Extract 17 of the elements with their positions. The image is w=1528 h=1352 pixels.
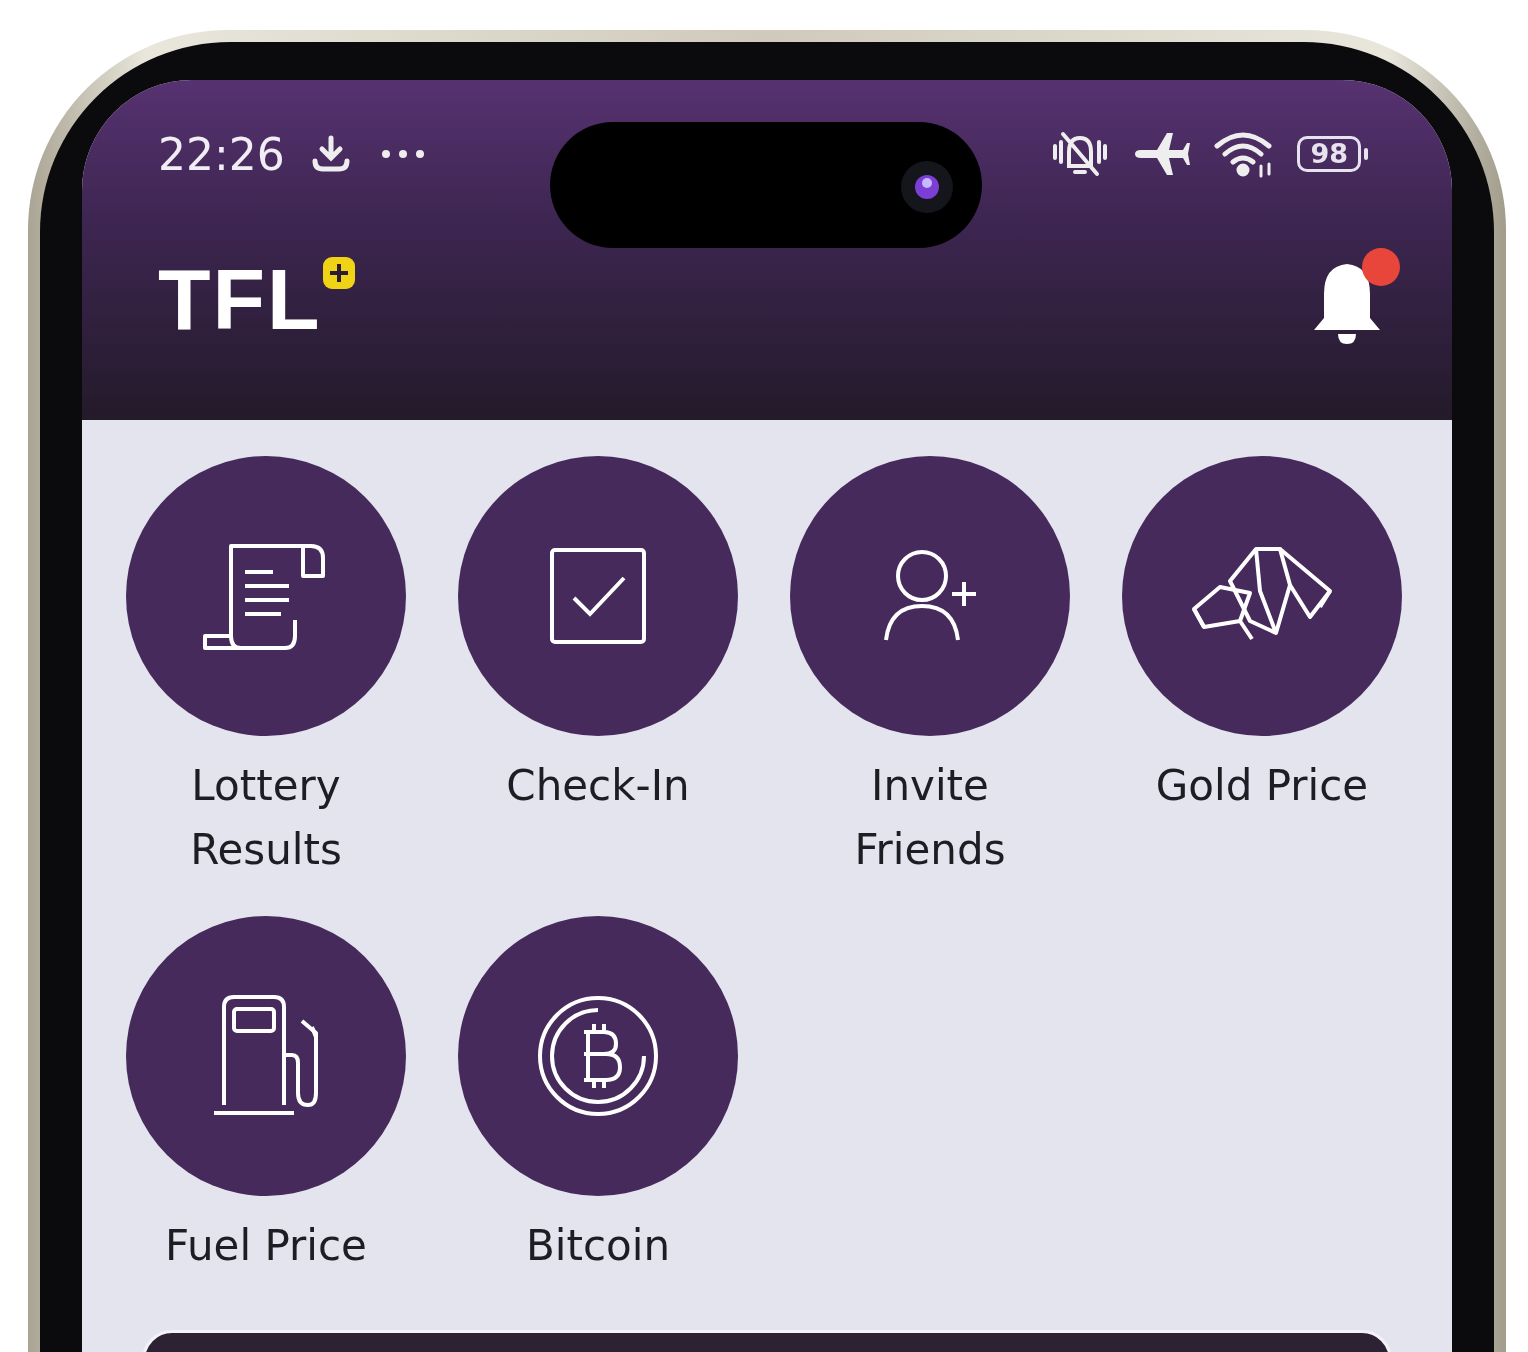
status-time: 22:26: [158, 128, 285, 180]
more-icon: [380, 149, 425, 159]
feature-label: Check-In: [506, 760, 690, 812]
download-icon: [310, 135, 351, 173]
airplane-icon: [1133, 131, 1192, 177]
camera-lens-icon: [900, 160, 954, 214]
app-logo: TFL: [158, 256, 322, 342]
battery-indicator: 98: [1297, 136, 1368, 172]
notification-dot: [1362, 248, 1400, 286]
feature-label: Gold Price: [1155, 760, 1369, 812]
feature-label: Bitcoin: [526, 1220, 670, 1272]
feature-label: Lottery Results: [189, 760, 343, 876]
feature-label: Fuel Price: [165, 1220, 367, 1272]
feature-label: Invite Friends: [853, 760, 1007, 876]
bitcoin-icon: [536, 994, 660, 1118]
plus-badge-icon: [321, 256, 356, 290]
checkbox-icon: [548, 546, 648, 646]
